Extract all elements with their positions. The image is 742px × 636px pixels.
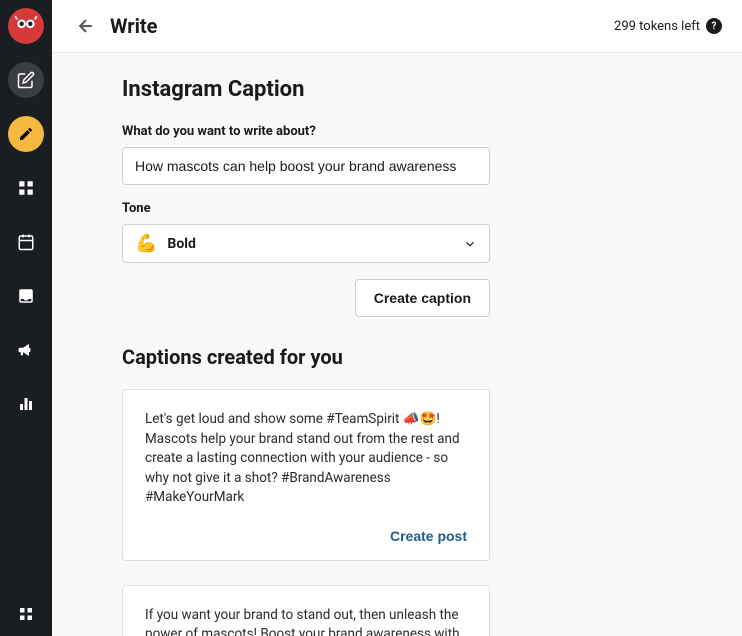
create-caption-button[interactable]: Create caption [355,279,490,317]
card-actions: Create post [145,528,467,544]
caption-text: If you want your brand to stand out, the… [145,606,467,636]
arrow-left-icon [76,16,96,36]
create-caption-row: Create caption [122,279,490,317]
create-post-button[interactable]: Create post [390,528,467,544]
compose-icon [17,71,35,89]
megaphone-icon [17,341,35,359]
caption-text: Let's get loud and show some #TeamSpirit… [145,410,467,508]
flex-emoji-icon: 💪 [135,233,157,254]
topic-label: What do you want to write about? [122,124,672,139]
header: Write 299 tokens left ? [52,0,742,53]
sidebar [0,0,52,636]
pencil-icon [18,126,34,142]
topic-field-group: What do you want to write about? [122,124,672,185]
nav-analytics[interactable] [8,386,44,422]
caption-card: Let's get loud and show some #TeamSpirit… [122,389,490,561]
help-icon[interactable]: ? [706,18,722,34]
calendar-icon [17,233,35,251]
main-content: Write 299 tokens left ? Instagram Captio… [52,0,742,636]
back-button[interactable] [72,12,100,40]
chevron-down-icon [463,237,477,251]
topic-input[interactable] [122,147,490,185]
tokens-left: 299 tokens left ? [614,18,722,34]
results-title: Captions created for you [122,345,672,369]
content-area: Instagram Caption What do you want to wr… [82,53,712,636]
nav-dashboard[interactable] [8,170,44,206]
tone-label: Tone [122,201,672,216]
page-title: Instagram Caption [122,77,672,102]
tone-field-group: Tone 💪 Bold [122,201,672,263]
tone-select[interactable]: 💪 Bold [122,224,490,263]
apps-icon [17,605,35,623]
tone-select-value: 💪 Bold [135,233,196,254]
caption-card: If you want your brand to stand out, the… [122,585,490,636]
nav-inbox[interactable] [8,278,44,314]
nav-announce[interactable] [8,332,44,368]
tokens-text: 299 tokens left [614,19,700,34]
bar-chart-icon [17,395,35,413]
header-title: Write [110,14,604,38]
nav-apps[interactable] [8,596,44,632]
nav-calendar[interactable] [8,224,44,260]
owl-icon [13,13,39,39]
tone-value-text: Bold [167,236,195,252]
nav-write-active[interactable] [8,116,44,152]
nav-compose[interactable] [8,62,44,98]
app-logo[interactable] [8,8,44,44]
inbox-icon [17,287,35,305]
grid-icon [17,179,35,197]
